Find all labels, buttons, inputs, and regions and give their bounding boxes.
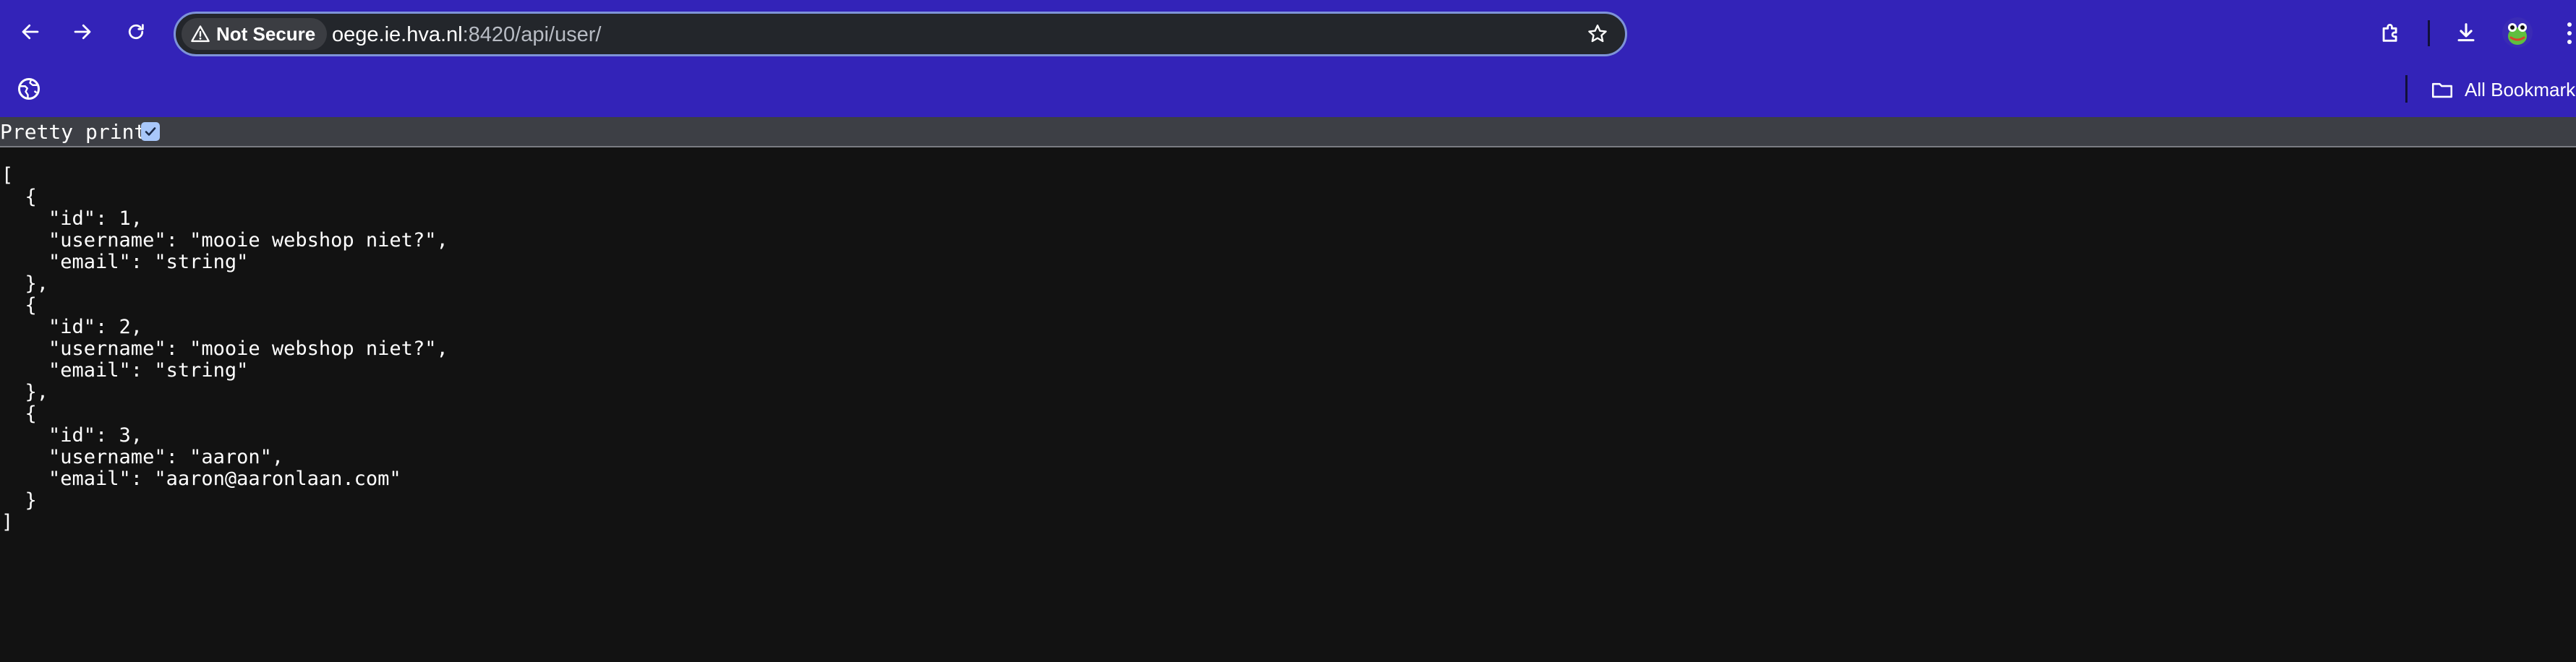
arrow-left-icon (22, 24, 39, 40)
json-line: { (1, 186, 37, 208)
json-line: { (1, 403, 37, 425)
globe-icon[interactable] (16, 76, 42, 102)
all-bookmarks-label: All Bookmarks (2465, 78, 2576, 100)
json-line: "username": "mooie webshop niet?", (1, 229, 448, 252)
pretty-print-checkbox[interactable] (141, 122, 160, 141)
back-button[interactable] (14, 16, 46, 48)
pretty-print-label: Pretty print (0, 120, 147, 144)
checkmark-icon (145, 127, 156, 136)
json-line: "username": "mooie webshop niet?", (1, 338, 448, 360)
json-line: }, (1, 272, 49, 295)
json-line: ] (1, 511, 14, 533)
browser-toolbar: Not Secure oege.ie.hva.nl:8420/api/user/ (0, 0, 2576, 69)
reload-icon (128, 24, 144, 40)
json-line: "id": 1, (1, 207, 143, 230)
url-text[interactable]: oege.ie.hva.nl:8420/api/user/ (332, 23, 601, 47)
json-line: "id": 3, (1, 424, 143, 447)
profile-avatar-icon (2502, 17, 2533, 48)
json-line: "email": "string" (1, 359, 249, 382)
browser-menu-button[interactable] (2563, 17, 2576, 49)
arrow-right-icon (74, 24, 91, 40)
star-icon (1588, 25, 1607, 43)
avatar[interactable] (2502, 17, 2533, 48)
folder-icon (2431, 82, 2453, 98)
json-line: "id": 2, (1, 316, 143, 338)
json-line: }, (1, 381, 49, 403)
json-line: "email": "aaron@aaronlaan.com" (1, 468, 401, 490)
all-bookmarks-button[interactable]: All Bookmarks (2430, 74, 2576, 106)
warning-triangle-icon (191, 25, 210, 43)
downloads-button[interactable] (2449, 16, 2483, 49)
json-line: } (1, 489, 37, 512)
bookmarks-divider (2405, 75, 2407, 103)
extensions-button[interactable] (2374, 16, 2407, 49)
url-path: :8420/api/user/ (462, 23, 602, 46)
json-line: { (1, 294, 37, 317)
more-vertical-icon (2567, 22, 2572, 44)
security-indicator[interactable]: Not Secure (182, 18, 328, 50)
json-content: [ { "id": 1, "username": "mooie webshop … (1, 165, 448, 533)
toolbar-divider (2428, 20, 2430, 46)
json-line: [ (1, 164, 14, 186)
forward-button[interactable] (67, 16, 98, 48)
json-line: "email": "string" (1, 251, 249, 273)
address-bar[interactable]: Not Secure oege.ie.hva.nl:8420/api/user/ (174, 12, 1627, 56)
bookmarks-bar: All Bookmarks (0, 69, 2576, 117)
puzzle-icon (2382, 24, 2397, 42)
url-host: oege.ie.hva.nl (332, 23, 463, 46)
bookmark-star-button[interactable] (1583, 20, 1612, 48)
reload-button[interactable] (120, 16, 152, 48)
download-icon (2457, 23, 2475, 42)
security-label: Not Secure (216, 22, 316, 45)
pretty-print-bar: Pretty print (0, 117, 2576, 147)
json-line: "username": "aaron", (1, 446, 284, 468)
